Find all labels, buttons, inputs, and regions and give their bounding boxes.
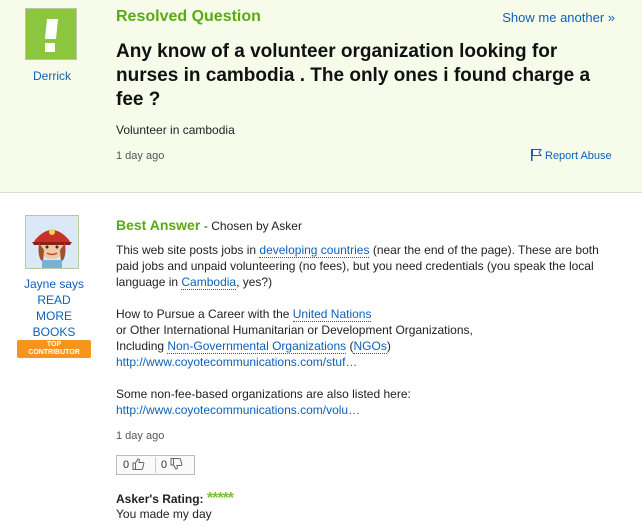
ngos-abbr-link[interactable]: NGOs: [353, 339, 387, 354]
badge-bottom-text: CONTRIBUTOR: [28, 349, 80, 356]
badge-top-text: TOP: [46, 341, 62, 348]
top-contributor-badge[interactable]: TOP CONTRIBUTOR: [17, 340, 91, 358]
answerer-line-2[interactable]: MORE: [0, 308, 108, 324]
best-answer-label: Best Answer: [116, 217, 201, 233]
firefighter-avatar-icon: [26, 216, 78, 268]
answer-paragraph-2: How to Pursue a Career with the United N…: [116, 306, 616, 370]
best-answer-header: Best Answer - Chosen by Asker: [116, 217, 302, 233]
thumbs-up-button[interactable]: 0: [123, 458, 145, 472]
united-nations-link[interactable]: United Nations: [292, 307, 372, 322]
vote-box: 0 0: [116, 455, 195, 475]
answerer-line-3[interactable]: BOOKS: [0, 324, 108, 340]
answerer-line-1[interactable]: READ: [0, 292, 108, 308]
answer-paragraph-1: This web site posts jobs in developing c…: [116, 242, 616, 290]
answer-text: , yes?): [236, 275, 273, 289]
answer-text: ): [386, 339, 391, 353]
developing-countries-link[interactable]: developing countries: [259, 243, 370, 258]
asker-avatar[interactable]: [25, 8, 77, 60]
question-panel: Derrick Resolved Question Show me anothe…: [0, 0, 642, 193]
answerer-avatar[interactable]: [25, 215, 79, 269]
answerer-name[interactable]: Jayne says: [0, 276, 108, 292]
vote-divider: [155, 457, 156, 473]
question-detail: Volunteer in cambodia: [116, 123, 235, 137]
show-another-link[interactable]: Show me another »: [502, 10, 615, 25]
question-time: 1 day ago: [116, 150, 165, 162]
exclamation-dot: [45, 43, 55, 52]
answer-text: Some non-fee-based organizations are als…: [116, 387, 411, 401]
thumbs-up-icon: [132, 458, 145, 470]
chosen-by-label: - Chosen by Asker: [203, 219, 302, 233]
answerer-info[interactable]: Jayne says READ MORE BOOKS: [0, 276, 108, 340]
thumbs-down-icon: [170, 458, 183, 470]
question-title: Any know of a volunteer organization loo…: [116, 41, 591, 110]
ngo-link[interactable]: Non-Governmental Organizations: [167, 339, 347, 354]
answer-body: This web site posts jobs in developing c…: [116, 242, 616, 418]
answer-text: or Other International Humanitarian or D…: [116, 323, 473, 337]
coyote-stuff-url-link[interactable]: http://www.coyotecommunications.com/stuf…: [116, 355, 357, 369]
answer-text: How to Pursue a Career with the: [116, 307, 293, 321]
thumbs-down-count: 0: [161, 459, 168, 471]
thumbs-up-count: 0: [123, 459, 130, 471]
asker-name[interactable]: Derrick: [25, 69, 79, 83]
cambodia-link[interactable]: Cambodia: [181, 275, 237, 290]
report-abuse-label: Report Abuse: [545, 150, 612, 162]
asker-comment: You made my day: [116, 507, 212, 521]
resolved-label: Resolved Question: [116, 8, 261, 25]
exclamation-icon: [44, 19, 59, 39]
asker-rating-label: Asker's Rating:: [116, 492, 204, 506]
answer-text: This web site posts jobs in: [116, 243, 260, 257]
rating-stars-icon: *****: [206, 490, 234, 507]
answer-time: 1 day ago: [116, 430, 165, 442]
coyote-volu-url-link[interactable]: http://www.coyotecommunications.com/volu…: [116, 403, 360, 417]
answer-text: Including: [116, 339, 168, 353]
flag-icon: [531, 149, 542, 161]
report-abuse-link[interactable]: Report Abuse: [531, 149, 612, 162]
thumbs-down-button[interactable]: 0: [161, 458, 183, 472]
asker-rating: Asker's Rating: *****: [116, 490, 234, 508]
answer-paragraph-3: Some non-fee-based organizations are als…: [116, 386, 616, 418]
